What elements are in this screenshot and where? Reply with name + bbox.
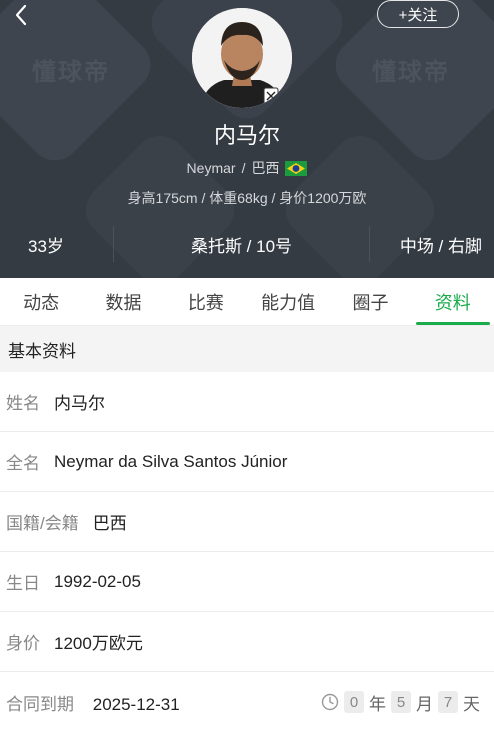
separator: /	[241, 160, 246, 176]
contract-expiry-date: 2025-12-31	[92, 694, 180, 714]
back-button[interactable]	[8, 2, 34, 28]
player-physical-stats: 身高175cm / 体重68kg / 身价1200万欧	[127, 190, 367, 206]
field-value: 1200万欧元	[54, 634, 143, 653]
tab-matches[interactable]: 比赛	[165, 278, 247, 325]
field-label: 合同到期	[6, 694, 74, 714]
list-item: 生日 1992-02-05	[0, 552, 494, 612]
player-header: 懂球帝 懂球帝 +关注 内马尔 Neymar / 巴西 身高175cm / 体重…	[0, 0, 494, 278]
field-value: Neymar da Silva Santos Júnior	[54, 451, 288, 471]
field-label: 姓名	[6, 394, 40, 413]
field-label: 国籍/会籍	[6, 514, 79, 533]
player-age: 33岁	[28, 236, 64, 256]
watermark-left: 懂球帝	[32, 59, 110, 86]
player-position: 中场 / 右脚	[399, 236, 482, 256]
field-label: 身价	[6, 634, 40, 653]
clock-icon	[321, 693, 339, 711]
contract-countdown: 0 年 5 月 7 天	[321, 690, 480, 715]
player-avatar	[192, 8, 292, 108]
list-item: 国籍/会籍 巴西	[0, 492, 494, 552]
list-item: 身价 1200万欧元	[0, 612, 494, 672]
contract-row: 合同到期 2025-12-31 0 年 5 月 7 天	[0, 672, 494, 730]
month-unit: 月	[416, 694, 433, 714]
list-item: 姓名 内马尔	[0, 372, 494, 432]
player-info-bar: 33岁 桑托斯 / 10号 中场 / 右脚	[0, 226, 494, 262]
player-country: 巴西	[251, 160, 280, 176]
countdown-months: 5	[391, 691, 411, 713]
follow-button[interactable]: +关注	[377, 0, 459, 28]
chevron-left-icon	[15, 4, 27, 26]
tab-bar: 动态 数据 比赛 能力值 圈子 资料	[0, 278, 494, 326]
field-label: 全名	[6, 454, 40, 473]
tab-ratings[interactable]: 能力值	[247, 278, 329, 325]
field-value: 1992-02-05	[54, 571, 141, 591]
brazil-flag-icon	[285, 160, 308, 176]
player-subtitle: Neymar / 巴西	[0, 158, 494, 178]
list-item: 全名 Neymar da Silva Santos Júnior	[0, 432, 494, 492]
day-unit: 天	[463, 694, 480, 714]
countdown-years: 0	[344, 691, 364, 713]
tab-data[interactable]: 数据	[82, 278, 164, 325]
tab-profile[interactable]: 资料	[412, 278, 494, 325]
field-value: 内马尔	[54, 394, 105, 413]
tab-community[interactable]: 圈子	[329, 278, 411, 325]
section-title: 基本资料	[0, 326, 494, 372]
countdown-days: 7	[438, 691, 458, 713]
field-label: 生日	[6, 574, 40, 593]
year-unit: 年	[369, 694, 386, 714]
field-value: 巴西	[92, 514, 127, 533]
watermark-right: 懂球帝	[372, 59, 450, 86]
player-club-number[interactable]: 桑托斯 / 10号	[113, 226, 370, 262]
profile-list: 姓名 内马尔 全名 Neymar da Silva Santos Júnior …	[0, 372, 494, 730]
player-name: 内马尔	[213, 123, 280, 148]
tab-news[interactable]: 动态	[0, 278, 82, 325]
player-english-name: Neymar	[186, 160, 236, 176]
